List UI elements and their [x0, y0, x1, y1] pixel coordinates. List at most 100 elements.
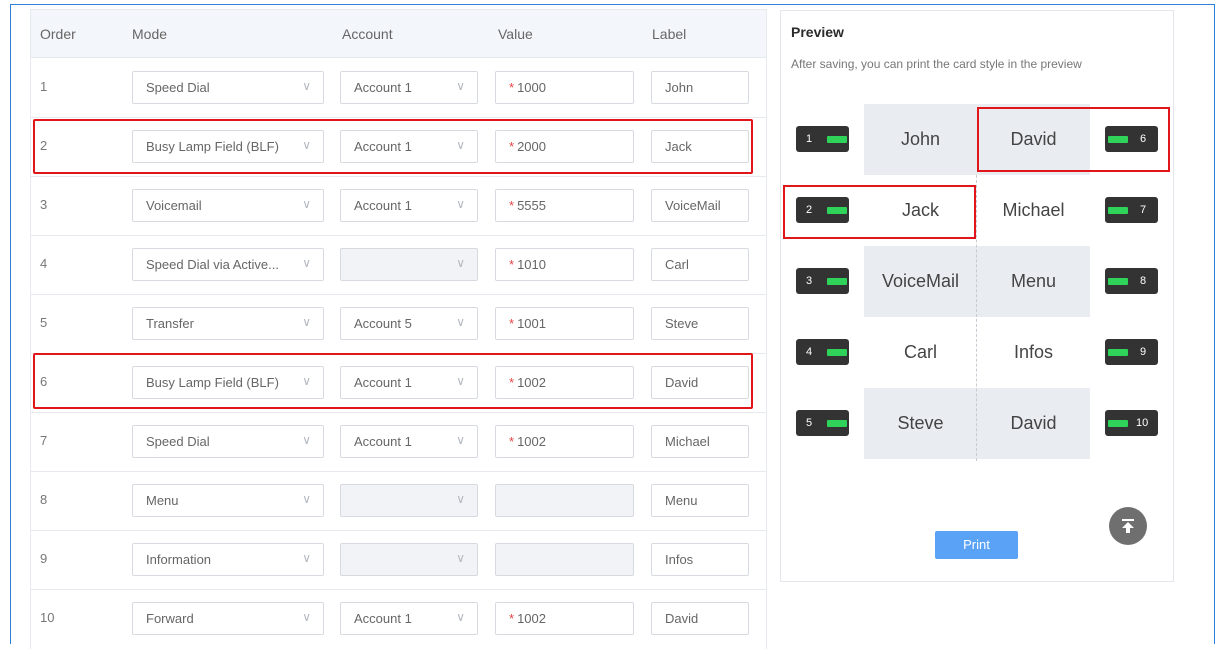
account-select[interactable]: Account 5 ∨	[340, 307, 478, 340]
table-row: 1 Speed Dial ∨ Account 1 ∨ * 1000 John	[31, 59, 766, 118]
value-text: 1001	[517, 316, 546, 331]
led-indicator	[1108, 278, 1128, 285]
mode-value: Speed Dial	[146, 80, 210, 95]
card-label: David	[977, 104, 1090, 175]
chevron-down-icon: ∨	[302, 197, 311, 211]
table-row: 5 Transfer ∨ Account 5 ∨ * 1001 Steve	[31, 295, 766, 354]
mode-select[interactable]: Busy Lamp Field (BLF) ∨	[132, 130, 324, 163]
label-input[interactable]: VoiceMail	[651, 189, 749, 222]
label-text: VoiceMail	[665, 198, 721, 213]
value-input[interactable]	[495, 484, 634, 517]
led-indicator	[1108, 420, 1128, 427]
chevron-down-icon: ∨	[456, 138, 465, 152]
chevron-down-icon: ∨	[456, 315, 465, 329]
account-select[interactable]: Account 1 ∨	[340, 425, 478, 458]
value-input[interactable]: * 1002	[495, 366, 634, 399]
table-row: 3 Voicemail ∨ Account 1 ∨ * 5555 VoiceMail	[31, 177, 766, 236]
account-select[interactable]: ∨	[340, 484, 478, 517]
value-input[interactable]: * 1002	[495, 602, 634, 635]
label-text: David	[665, 611, 699, 626]
led-indicator	[827, 136, 847, 143]
header-value: Value	[498, 26, 533, 42]
label-input[interactable]: Michael	[651, 425, 749, 458]
programmable-keys-table: Order Mode Account Value Label 1 Speed D…	[30, 9, 767, 649]
card-right-column: David Michael Menu Infos David	[977, 104, 1090, 459]
mode-value: Transfer	[146, 316, 194, 331]
value-input[interactable]: * 5555	[495, 189, 634, 222]
card-left-column: John Jack VoiceMail Carl Steve	[864, 104, 977, 459]
key-number: 6	[1140, 133, 1147, 145]
led-indicator	[1108, 136, 1128, 143]
value-input[interactable]: * 1010	[495, 248, 634, 281]
preview-subtitle: After saving, you can print the card sty…	[791, 57, 1082, 71]
mode-select[interactable]: Voicemail ∨	[132, 189, 324, 222]
chevron-down-icon: ∨	[456, 492, 465, 506]
back-to-top-button[interactable]	[1109, 507, 1147, 545]
value-input[interactable]: * 1002	[495, 425, 634, 458]
chevron-down-icon: ∨	[302, 256, 311, 270]
account-value: Account 1	[354, 434, 412, 449]
account-select[interactable]: Account 1 ∨	[340, 189, 478, 222]
account-select[interactable]: Account 1 ∨	[340, 366, 478, 399]
table-row: 8 Menu ∨ ∨ Menu	[31, 472, 766, 531]
chevron-down-icon: ∨	[302, 315, 311, 329]
required-mark: *	[509, 316, 515, 331]
label-input[interactable]: Infos	[651, 543, 749, 576]
card-label: Michael	[1002, 200, 1065, 220]
account-select[interactable]: ∨	[340, 248, 478, 281]
line-key: 6	[1105, 126, 1158, 152]
led-indicator	[827, 420, 847, 427]
label-text: Jack	[665, 139, 692, 154]
chevron-down-icon: ∨	[456, 374, 465, 388]
account-select[interactable]: Account 1 ∨	[340, 130, 478, 163]
required-mark: *	[509, 434, 515, 449]
key-number: 7	[1140, 204, 1147, 216]
label-input[interactable]: Jack	[651, 130, 749, 163]
label-input[interactable]: Menu	[651, 484, 749, 517]
mode-select[interactable]: Speed Dial ∨	[132, 71, 324, 104]
chevron-down-icon: ∨	[302, 492, 311, 506]
label-input[interactable]: Carl	[651, 248, 749, 281]
required-mark: *	[509, 198, 515, 213]
account-select[interactable]: Account 1 ∨	[340, 71, 478, 104]
card-label: Carl	[903, 342, 937, 362]
label-text: Infos	[665, 552, 694, 567]
mode-value: Forward	[146, 611, 194, 626]
value-text: 1002	[517, 375, 546, 390]
value-input[interactable]: * 2000	[495, 130, 634, 163]
order-cell: 10	[40, 610, 55, 625]
order-cell: 1	[40, 79, 48, 94]
card-label: John	[864, 104, 977, 175]
account-select[interactable]: Account 1 ∨	[340, 602, 478, 635]
mode-value: Speed Dial	[146, 434, 210, 449]
chevron-down-icon: ∨	[456, 433, 465, 447]
label-input[interactable]: John	[651, 71, 749, 104]
key-number: 9	[1140, 346, 1147, 358]
chevron-down-icon: ∨	[456, 79, 465, 93]
mode-value: Voicemail	[146, 198, 202, 213]
order-cell: 8	[40, 492, 48, 507]
mode-select[interactable]: Menu ∨	[132, 484, 324, 517]
mode-select[interactable]: Forward ∨	[132, 602, 324, 635]
mode-select[interactable]: Speed Dial ∨	[132, 425, 324, 458]
value-input[interactable]	[495, 543, 634, 576]
account-select[interactable]: ∨	[340, 543, 478, 576]
line-key: 2	[796, 197, 849, 223]
chevron-down-icon: ∨	[302, 374, 311, 388]
card-label: VoiceMail	[864, 246, 977, 317]
account-value: Account 1	[354, 139, 412, 154]
mode-select[interactable]: Information ∨	[132, 543, 324, 576]
mode-select[interactable]: Transfer ∨	[132, 307, 324, 340]
mode-select[interactable]: Speed Dial via Active... ∨	[132, 248, 324, 281]
value-text: 2000	[517, 139, 546, 154]
label-input[interactable]: David	[651, 366, 749, 399]
label-input[interactable]: David	[651, 602, 749, 635]
line-key: 9	[1105, 339, 1158, 365]
arrow-up-bar-icon	[1122, 519, 1134, 533]
value-input[interactable]: * 1000	[495, 71, 634, 104]
value-input[interactable]: * 1001	[495, 307, 634, 340]
label-input[interactable]: Steve	[651, 307, 749, 340]
line-key: 5	[796, 410, 849, 436]
print-button[interactable]: Print	[935, 531, 1018, 559]
mode-select[interactable]: Busy Lamp Field (BLF) ∨	[132, 366, 324, 399]
